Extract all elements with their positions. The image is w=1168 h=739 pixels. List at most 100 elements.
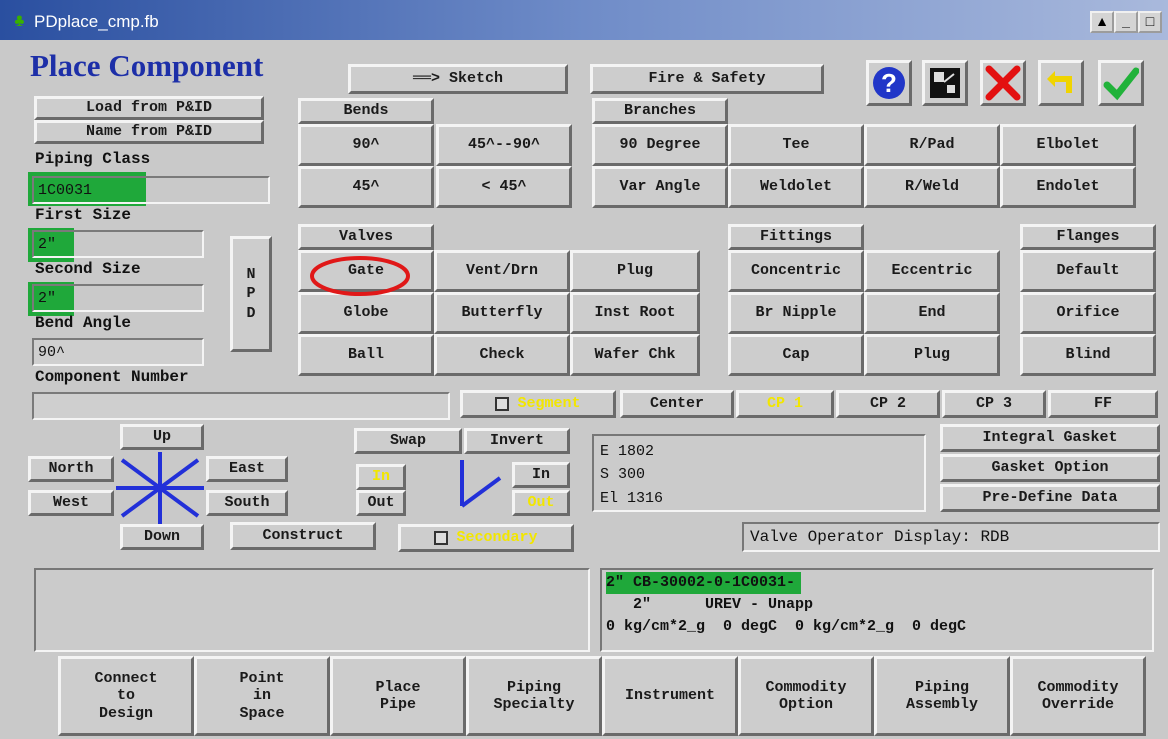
raise-window-button[interactable]: ▲ [1090,11,1114,33]
direction-south-button[interactable]: South [206,490,288,516]
branch-elbolet-button[interactable]: Elbolet [1000,124,1136,166]
bend-angle-field[interactable]: 90^ [32,338,204,366]
out-right-button[interactable]: Out [512,490,570,516]
segment-checkbox[interactable] [495,397,510,411]
place-pipe-button[interactable]: Place Pipe [330,656,466,736]
component-number-label: Component Number [35,368,189,386]
valve-ball-button[interactable]: Ball [298,334,434,376]
fitting-cap-button[interactable]: Cap [728,334,864,376]
page-title: Place Component [30,48,264,83]
secondary-toggle[interactable]: Secondary [398,524,574,552]
select-button[interactable] [922,60,968,106]
cancel-x-icon [985,65,1021,101]
title-bar: ♣ PDplace_cmp.fb ▲ _ □ [0,0,1168,40]
valve-operator-display: Valve Operator Display: RDB [742,522,1160,552]
direction-west-button[interactable]: West [28,490,114,516]
fitting-end-button[interactable]: End [864,292,1000,334]
select-grid-icon [930,68,960,98]
cp2-button[interactable]: CP 2 [836,390,940,418]
direction-east-button[interactable]: East [206,456,288,482]
gate-highlight-circle [310,256,410,296]
valve-check-button[interactable]: Check [434,334,570,376]
branches-header: Branches [592,98,728,124]
valve-inst-root-button[interactable]: Inst Root [570,292,700,334]
valve-butterfly-button[interactable]: Butterfly [434,292,570,334]
second-size-field[interactable]: 2" [32,284,204,312]
branch-rpad-button[interactable]: R/Pad [864,124,1000,166]
center-button[interactable]: Center [620,390,734,418]
cancel-button[interactable] [980,60,1026,106]
branch-weldolet-button[interactable]: Weldolet [728,166,864,208]
bend-90-button[interactable]: 90^ [298,124,434,166]
piping-class-field[interactable]: 1C0031 [32,176,270,204]
minimize-button[interactable]: _ [1114,11,1138,33]
bend-lt45-button[interactable]: < 45^ [436,166,572,208]
flange-blind-button[interactable]: Blind [1020,334,1156,376]
branch-rweld-button[interactable]: R/Weld [864,166,1000,208]
pre-define-data-button[interactable]: Pre-Define Data [940,484,1160,512]
direction-up-button[interactable]: Up [120,424,204,450]
secondary-label: Secondary [456,529,538,547]
bend-45-90-button[interactable]: 45^--90^ [436,124,572,166]
app-logo-icon: ♣ [14,12,25,32]
in-right-button[interactable]: In [512,462,570,488]
valve-vent-drn-button[interactable]: Vent/Drn [434,250,570,292]
in-left-button[interactable]: In [356,464,406,490]
connect-to-design-button[interactable]: Connect to Design [58,656,194,736]
sketch-button[interactable]: ══> Sketch [348,64,568,94]
compass-axes-icon [116,452,204,524]
construct-button[interactable]: Construct [230,522,376,550]
valve-wafer-chk-button[interactable]: Wafer Chk [570,334,700,376]
cp1-button[interactable]: CP 1 [736,390,834,418]
swap-button[interactable]: Swap [354,428,462,454]
fitting-br-nipple-button[interactable]: Br Nipple [728,292,864,334]
undo-button[interactable] [1038,60,1084,106]
npd-button[interactable]: N P D [230,236,272,352]
piping-assembly-button[interactable]: Piping Assembly [874,656,1010,736]
invert-button[interactable]: Invert [464,428,570,454]
integral-gasket-button[interactable]: Integral Gasket [940,424,1160,452]
fitting-concentric-button[interactable]: Concentric [728,250,864,292]
pipe-info-panel: 2" CB-30002-0-1C0031- 2" UREV - Unapp 0 … [600,568,1154,652]
piping-specialty-button[interactable]: Piping Specialty [466,656,602,736]
fitting-plug-button[interactable]: Plug [864,334,1000,376]
bend-45-button[interactable]: 45^ [298,166,434,208]
load-from-pid-button[interactable]: Load from P&ID [34,96,264,120]
branch-90-degree-button[interactable]: 90 Degree [592,124,728,166]
fire-safety-button[interactable]: Fire & Safety [590,64,824,94]
segment-toggle[interactable]: Segment [460,390,616,418]
commodity-override-button[interactable]: Commodity Override [1010,656,1146,736]
cp3-button[interactable]: CP 3 [942,390,1046,418]
secondary-checkbox[interactable] [434,531,449,545]
second-size-label: Second Size [35,260,141,278]
bend-angle-label: Bend Angle [35,314,132,332]
coordinates-panel: E 1802 S 300 El 1316 [592,434,926,512]
commodity-option-button[interactable]: Commodity Option [738,656,874,736]
ff-button[interactable]: FF [1048,390,1158,418]
undo-arrow-icon [1047,71,1072,93]
valve-plug-button[interactable]: Plug [570,250,700,292]
gasket-option-button[interactable]: Gasket Option [940,454,1160,482]
first-size-field[interactable]: 2" [32,230,204,258]
direction-down-button[interactable]: Down [120,524,204,550]
out-left-button[interactable]: Out [356,490,406,516]
help-button[interactable]: ? [866,60,912,106]
flange-default-button[interactable]: Default [1020,250,1156,292]
segment-label: Segment [517,395,581,413]
point-in-space-button[interactable]: Point in Space [194,656,330,736]
maximize-button[interactable]: □ [1138,11,1162,33]
accept-button[interactable] [1098,60,1144,106]
direction-north-button[interactable]: North [28,456,114,482]
name-from-pid-button[interactable]: Name from P&ID [34,120,264,144]
instrument-button[interactable]: Instrument [602,656,738,736]
branch-tee-button[interactable]: Tee [728,124,864,166]
component-number-field[interactable] [32,392,450,420]
pipe-design-conditions: 0 kg/cm*2_g 0 degC 0 kg/cm*2_g 0 degC [606,617,967,635]
branch-var-angle-button[interactable]: Var Angle [592,166,728,208]
bends-header: Bends [298,98,434,124]
piping-class-label: Piping Class [35,150,151,168]
flange-orifice-button[interactable]: Orifice [1020,292,1156,334]
pipe-line-id: 2" CB-30002-0-1C0031- [606,572,802,594]
branch-endolet-button[interactable]: Endolet [1000,166,1136,208]
fitting-eccentric-button[interactable]: Eccentric [864,250,1000,292]
